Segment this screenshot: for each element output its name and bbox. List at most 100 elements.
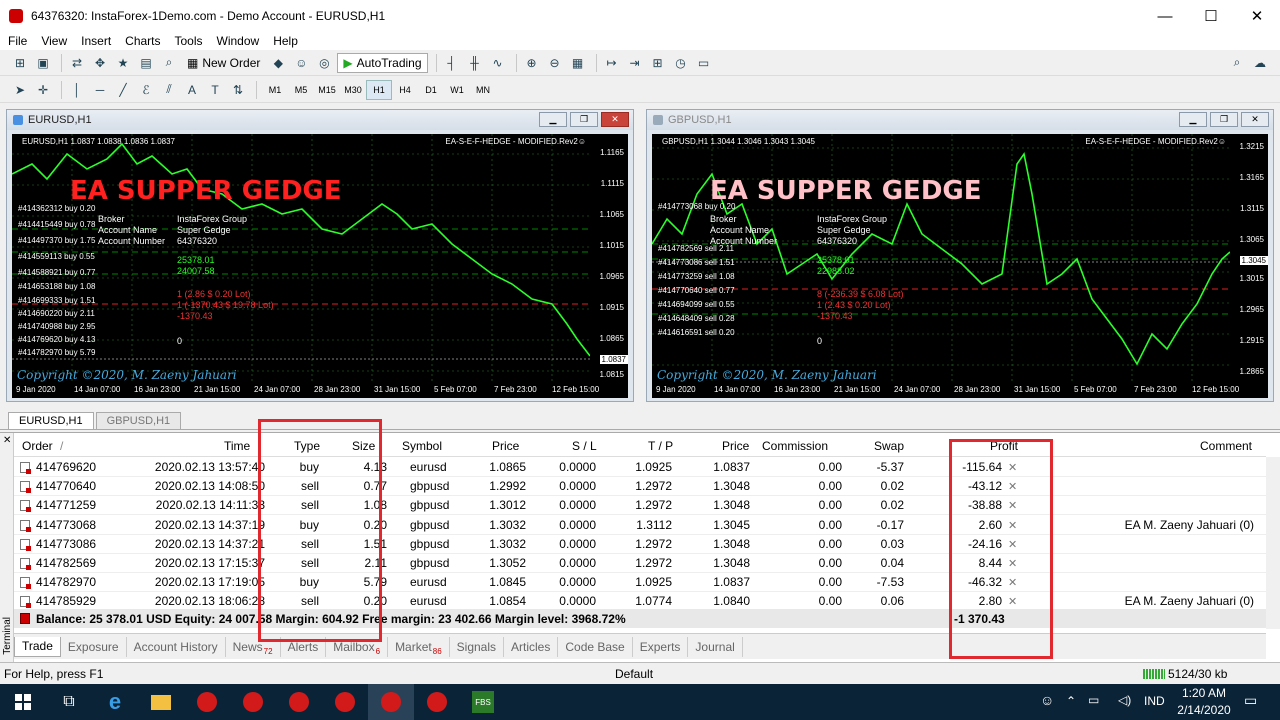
autoscroll-icon[interactable]: ↦ — [602, 53, 622, 73]
arrows-icon[interactable]: ⇅ — [228, 80, 248, 100]
price-chart[interactable]: GBPUSD,H1 1.3044 1.3046 1.3043 1.3045 EA… — [652, 134, 1268, 398]
autotrading-button[interactable]: ▶ AutoTrading — [337, 52, 428, 73]
chart-tab-gbpusd[interactable]: GBPUSD,H1 — [95, 412, 182, 429]
chart-restore-button[interactable]: ❐ — [570, 112, 598, 127]
chart-close-button[interactable]: ✕ — [601, 112, 629, 127]
data-window-icon[interactable]: ✥ — [90, 53, 110, 73]
col-commission[interactable]: Commission — [762, 439, 828, 453]
col-sl[interactable]: S / L — [572, 439, 597, 453]
terminal-tab-code-base[interactable]: Code Base — [558, 636, 633, 657]
menu-help[interactable]: Help — [273, 34, 298, 48]
vertical-scrollbar[interactable] — [1266, 457, 1280, 629]
tf-m15[interactable]: M15 — [314, 80, 340, 100]
chart-minimize-button[interactable]: ▁ — [1179, 112, 1207, 127]
tf-mn[interactable]: MN — [470, 80, 496, 100]
bar-chart-icon[interactable]: ┤ — [442, 53, 462, 73]
network-icon[interactable]: ▭ — [1088, 693, 1099, 707]
signals-icon[interactable]: ◎ — [314, 53, 334, 73]
tf-h4[interactable]: H4 — [392, 80, 418, 100]
search-icon[interactable]: ⌕ — [1227, 53, 1247, 73]
line-chart-icon[interactable]: ∿ — [488, 53, 508, 73]
clock-time[interactable]: 1:20 AM — [1180, 686, 1228, 700]
col-tp[interactable]: T / P — [648, 439, 673, 453]
chart-shift-icon[interactable]: ⇥ — [625, 53, 645, 73]
horizontal-line-icon[interactable]: ─ — [90, 80, 110, 100]
table-row[interactable]: 414770640 2020.02.13 14:08:50 sell 0.77 gbpu… — [14, 477, 1266, 497]
text-label-icon[interactable]: T — [205, 80, 225, 100]
volume-icon[interactable]: ◁) — [1118, 693, 1131, 707]
col-time[interactable]: Time — [224, 439, 250, 453]
tf-m5[interactable]: M5 — [288, 80, 314, 100]
new-order-button[interactable]: ▦ New Order — [182, 53, 265, 73]
language-indicator[interactable]: IND — [1144, 694, 1165, 708]
menu-charts[interactable]: Charts — [125, 34, 160, 48]
col-order[interactable]: Order — [22, 439, 53, 453]
trendline-icon[interactable]: ╱ — [113, 80, 133, 100]
col-symbol[interactable]: Symbol — [402, 439, 442, 453]
windows-start-icon[interactable] — [0, 684, 46, 720]
col-current-price[interactable]: Price — [722, 439, 749, 453]
file-explorer-icon[interactable] — [138, 684, 184, 720]
chart-window-eurusd[interactable]: EURUSD,H1 ▁ ❐ ✕ EURUSD,H1 1.0837 1.0838 … — [6, 109, 634, 402]
mt4-app-icon[interactable] — [184, 684, 230, 720]
table-row[interactable]: 414773086 2020.02.13 14:37:21 sell 1.51 gbpu… — [14, 535, 1266, 554]
fibonacci-icon[interactable]: ℰ — [136, 80, 156, 100]
profiles-icon[interactable]: ▣ — [33, 53, 53, 73]
clock-date[interactable]: 2/14/2020 — [1175, 703, 1233, 717]
zoom-out-icon[interactable]: ⊖ — [545, 53, 565, 73]
terminal-tab-market[interactable]: Market 86 — [388, 636, 450, 657]
mt4-app-icon-active[interactable] — [368, 684, 414, 720]
task-view-icon[interactable]: ⧉ — [46, 684, 92, 720]
col-comment[interactable]: Comment — [1200, 439, 1252, 453]
cursor-icon[interactable]: ➤ — [10, 80, 30, 100]
chat-icon[interactable]: ☁ — [1250, 53, 1270, 73]
terminal-tab-exposure[interactable]: Exposure — [61, 636, 127, 657]
chart-window-gbpusd[interactable]: GBPUSD,H1 ▁ ❐ ✕ GBPUSD,H1 1.3044 1.3046 … — [646, 109, 1274, 402]
community-icon[interactable]: ☺ — [291, 53, 311, 73]
menu-tools[interactable]: Tools — [175, 34, 203, 48]
mt4-app-icon[interactable] — [322, 684, 368, 720]
terminal-tab-experts[interactable]: Experts — [633, 636, 689, 657]
candlestick-icon[interactable]: ╫ — [465, 53, 485, 73]
mt4-app-icon[interactable] — [414, 684, 460, 720]
chart-restore-button[interactable]: ❐ — [1210, 112, 1238, 127]
tf-w1[interactable]: W1 — [444, 80, 470, 100]
table-row[interactable]: 414771259 2020.02.13 14:11:33 sell 1.08 gbpu… — [14, 496, 1266, 516]
col-price[interactable]: Price — [492, 439, 519, 453]
tf-d1[interactable]: D1 — [418, 80, 444, 100]
terminal-tab-account-history[interactable]: Account History — [127, 636, 226, 657]
table-row[interactable]: 414769620 2020.02.13 13:57:40 buy 4.13 eurus… — [14, 458, 1266, 477]
periods-icon[interactable]: ◷ — [671, 53, 691, 73]
close-button[interactable]: ✕ — [1234, 0, 1280, 32]
tile-windows-icon[interactable]: ▦ — [568, 53, 588, 73]
navigator-icon[interactable]: ★ — [113, 53, 133, 73]
tray-chevron-icon[interactable]: ⌃ — [1066, 694, 1076, 708]
crosshair-icon[interactable]: ✛ — [33, 80, 53, 100]
terminal-tab-signals[interactable]: Signals — [450, 636, 505, 657]
terminal-tab-journal[interactable]: Journal — [688, 636, 743, 657]
zoom-in-icon[interactable]: ⊕ — [522, 53, 542, 73]
chart-tab-eurusd[interactable]: EURUSD,H1 — [8, 412, 94, 429]
tf-m30[interactable]: M30 — [340, 80, 366, 100]
terminal-tab-trade[interactable]: Trade — [14, 636, 61, 657]
strategy-tester-icon[interactable]: ⌕ — [159, 53, 179, 73]
minimize-button[interactable]: — — [1142, 0, 1188, 32]
metaeditor-icon[interactable]: ◆ — [268, 53, 288, 73]
fbs-app-icon[interactable]: FBS — [460, 684, 506, 720]
edge-browser-icon[interactable]: e — [92, 684, 138, 720]
vertical-line-icon[interactable]: │ — [67, 80, 87, 100]
table-row[interactable]: 414782569 2020.02.13 17:15:37 sell 2.11 gbpu… — [14, 554, 1266, 573]
people-icon[interactable]: ☺ — [1040, 692, 1054, 708]
new-chart-icon[interactable]: ⊞ — [10, 53, 30, 73]
market-watch-icon[interactable]: ⇄ — [67, 53, 87, 73]
menu-view[interactable]: View — [41, 34, 67, 48]
mt4-app-icon[interactable] — [276, 684, 322, 720]
table-row[interactable]: 414782970 2020.02.13 17:19:05 buy 5.79 eurus… — [14, 573, 1266, 593]
terminal-close-icon[interactable]: ✕ — [3, 435, 11, 446]
tf-h1[interactable]: H1 — [366, 79, 392, 100]
menu-window[interactable]: Window — [217, 34, 260, 48]
mt4-app-icon[interactable] — [230, 684, 276, 720]
price-chart[interactable]: EURUSD,H1 1.0837 1.0838 1.0836 1.0837 EA… — [12, 134, 628, 398]
chart-close-button[interactable]: ✕ — [1241, 112, 1269, 127]
terminal-tab-articles[interactable]: Articles — [504, 636, 559, 657]
